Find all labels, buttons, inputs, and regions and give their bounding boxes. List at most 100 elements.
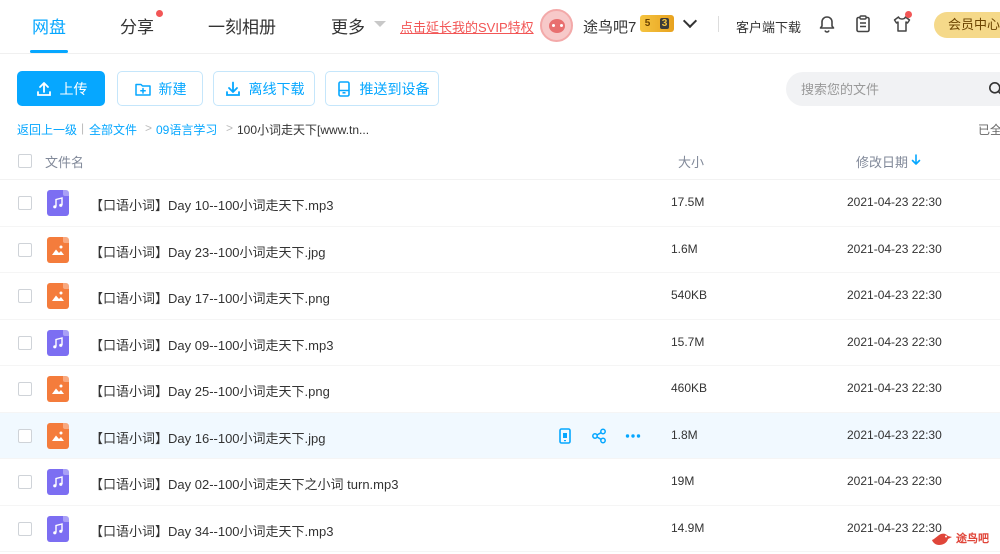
more-options-icon[interactable] bbox=[624, 427, 642, 445]
new-folder-icon bbox=[134, 83, 151, 96]
watermark: 途鸟吧 bbox=[930, 528, 989, 548]
nav-tab-more[interactable]: 更多 bbox=[331, 13, 365, 38]
nav-tab-netdisk[interactable]: 网盘 bbox=[32, 13, 66, 38]
vip-badge: 5 3 bbox=[640, 15, 674, 32]
image-file-icon bbox=[47, 283, 69, 309]
breadcrumb-back-link[interactable]: 返回上一级 bbox=[17, 121, 77, 138]
file-name[interactable]: 【口语小词】Day 23--100小词走天下.jpg bbox=[90, 242, 326, 261]
breadcrumb-separator: > bbox=[226, 121, 234, 135]
bell-icon[interactable] bbox=[817, 14, 837, 34]
search-icon[interactable] bbox=[988, 81, 1000, 97]
divider bbox=[718, 16, 719, 32]
offline-download-label: 离线下载 bbox=[248, 80, 305, 97]
breadcrumb-all-files[interactable]: 全部文件 bbox=[89, 121, 137, 138]
file-name[interactable]: 【口语小词】Day 16--100小词走天下.jpg bbox=[90, 428, 326, 447]
audio-file-icon bbox=[47, 515, 69, 542]
upload-icon bbox=[36, 81, 51, 96]
file-name[interactable]: 【口语小词】Day 02--100小词走天下之小词 turn.mp3 bbox=[90, 474, 398, 493]
file-name[interactable]: 【口语小词】Day 10--100小词走天下.mp3 bbox=[90, 195, 333, 214]
file-date: 2021-04-23 22:30 bbox=[847, 520, 942, 535]
row-checkbox[interactable] bbox=[18, 196, 32, 210]
select-all-checkbox[interactable] bbox=[18, 154, 32, 168]
file-row[interactable]: 【口语小词】Day 02--100小词走天下之小词 turn.mp3 19M 2… bbox=[0, 459, 1000, 506]
username[interactable]: 途鸟吧7 bbox=[583, 16, 636, 37]
row-checkbox[interactable] bbox=[18, 289, 32, 303]
row-checkbox[interactable] bbox=[18, 428, 32, 443]
push-to-device-icon[interactable] bbox=[556, 427, 574, 445]
clipboard-icon[interactable] bbox=[853, 14, 873, 34]
client-download-link[interactable]: 客户端下载 bbox=[736, 17, 801, 36]
vip-level: 5 bbox=[644, 18, 651, 29]
file-row[interactable]: 【口语小词】Day 25--100小词走天下.png 460KB 2021-04… bbox=[0, 366, 1000, 413]
file-size: 14.9M bbox=[671, 520, 705, 535]
row-checkbox[interactable] bbox=[18, 475, 32, 489]
file-size: 17.5M bbox=[671, 195, 705, 209]
column-header-size[interactable]: 大小 bbox=[678, 152, 704, 171]
file-date: 2021-04-23 22:30 bbox=[847, 334, 942, 349]
upload-button[interactable]: 上传 bbox=[17, 71, 105, 106]
audio-file-icon bbox=[47, 190, 69, 216]
sort-desc-icon[interactable] bbox=[911, 154, 921, 166]
column-header-name[interactable]: 文件名 bbox=[45, 152, 84, 171]
nav-tab-share[interactable]: 分享 bbox=[120, 13, 154, 38]
more-caret-icon[interactable] bbox=[374, 21, 386, 27]
file-date: 2021-04-23 22:30 bbox=[847, 381, 942, 395]
upload-label: 上传 bbox=[59, 80, 88, 97]
file-date: 2021-04-23 22:30 bbox=[847, 241, 942, 256]
push-to-device-label: 推送到设备 bbox=[359, 80, 430, 97]
new-folder-button[interactable]: 新建 bbox=[117, 71, 203, 106]
file-size: 540KB bbox=[671, 288, 708, 302]
share-icon[interactable] bbox=[590, 427, 608, 445]
row-checkbox[interactable] bbox=[18, 242, 32, 257]
file-date: 2021-04-23 22:30 bbox=[847, 288, 942, 302]
breadcrumb-separator: > bbox=[145, 121, 153, 135]
active-tab-indicator bbox=[30, 50, 68, 53]
file-row[interactable]: 【口语小词】Day 34--100小词走天下.mp3 14.9M 2021-04… bbox=[0, 506, 1000, 552]
file-size: 1.6M bbox=[671, 241, 698, 256]
file-size: 15.7M bbox=[671, 334, 705, 349]
new-folder-label: 新建 bbox=[158, 80, 187, 97]
load-status-text: 已全 bbox=[978, 123, 1000, 137]
file-size: 460KB bbox=[671, 381, 708, 395]
file-row[interactable]: 【口语小词】Day 23--100小词走天下.jpg 1.6M 2021-04-… bbox=[0, 227, 1000, 273]
row-checkbox[interactable] bbox=[18, 335, 32, 350]
breadcrumb-separator: | bbox=[81, 121, 85, 135]
breadcrumb-folder[interactable]: 09语言学习 bbox=[156, 121, 217, 138]
audio-file-icon bbox=[47, 329, 69, 356]
file-row[interactable]: 【口语小词】Day 09--100小词走天下.mp3 15.7M 2021-04… bbox=[0, 320, 1000, 366]
row-checkbox[interactable] bbox=[18, 521, 32, 536]
file-row[interactable]: 【口语小词】Day 10--100小词走天下.mp3 17.5M 2021-04… bbox=[0, 180, 1000, 227]
notification-dot bbox=[905, 11, 912, 18]
nav-tab-album[interactable]: 一刻相册 bbox=[208, 13, 276, 38]
vip-sub-level: 3 bbox=[659, 18, 670, 29]
push-to-device-button[interactable]: 推送到设备 bbox=[325, 71, 439, 106]
audio-file-icon bbox=[47, 469, 69, 495]
file-date: 2021-04-23 22:30 bbox=[847, 427, 942, 442]
avatar[interactable] bbox=[540, 9, 573, 42]
notification-dot bbox=[156, 10, 163, 17]
file-size: 1.8M bbox=[671, 427, 698, 442]
file-name[interactable]: 【口语小词】Day 34--100小词走天下.mp3 bbox=[90, 521, 333, 540]
file-name[interactable]: 【口语小词】Day 25--100小词走天下.png bbox=[90, 381, 330, 400]
file-row-hovered[interactable]: 【口语小词】Day 16--100小词走天下.jpg 1.8M 2021-04-… bbox=[0, 412, 1000, 459]
watermark-text: 途鸟吧 bbox=[956, 533, 989, 545]
device-icon bbox=[337, 80, 350, 97]
search-input[interactable] bbox=[786, 72, 1000, 106]
file-row[interactable]: 【口语小词】Day 17--100小词走天下.png 540KB 2021-04… bbox=[0, 273, 1000, 320]
chevron-down-icon[interactable] bbox=[682, 13, 698, 29]
row-actions bbox=[556, 427, 642, 445]
member-center-button[interactable]: 会员中心 bbox=[934, 12, 1000, 38]
table-header: 文件名 大小 修改日期 bbox=[0, 140, 1000, 180]
offline-download-button[interactable]: 离线下载 bbox=[213, 71, 315, 106]
svip-promo-link[interactable]: 点击延长我的SVIP特权 bbox=[400, 17, 534, 36]
file-name[interactable]: 【口语小词】Day 09--100小词走天下.mp3 bbox=[90, 335, 333, 354]
column-header-date[interactable]: 修改日期 bbox=[856, 152, 908, 171]
row-checkbox[interactable] bbox=[18, 382, 32, 396]
file-name[interactable]: 【口语小词】Day 17--100小词走天下.png bbox=[90, 288, 330, 307]
file-date: 2021-04-23 22:30 bbox=[847, 195, 942, 209]
bird-logo-icon bbox=[932, 533, 952, 545]
download-icon bbox=[225, 81, 240, 96]
image-file-icon bbox=[47, 422, 69, 449]
top-nav: 网盘 分享 一刻相册 更多 点击延长我的SVIP特权 途鸟吧7 5 3 客户端下… bbox=[0, 0, 1000, 54]
image-file-icon bbox=[47, 376, 69, 402]
